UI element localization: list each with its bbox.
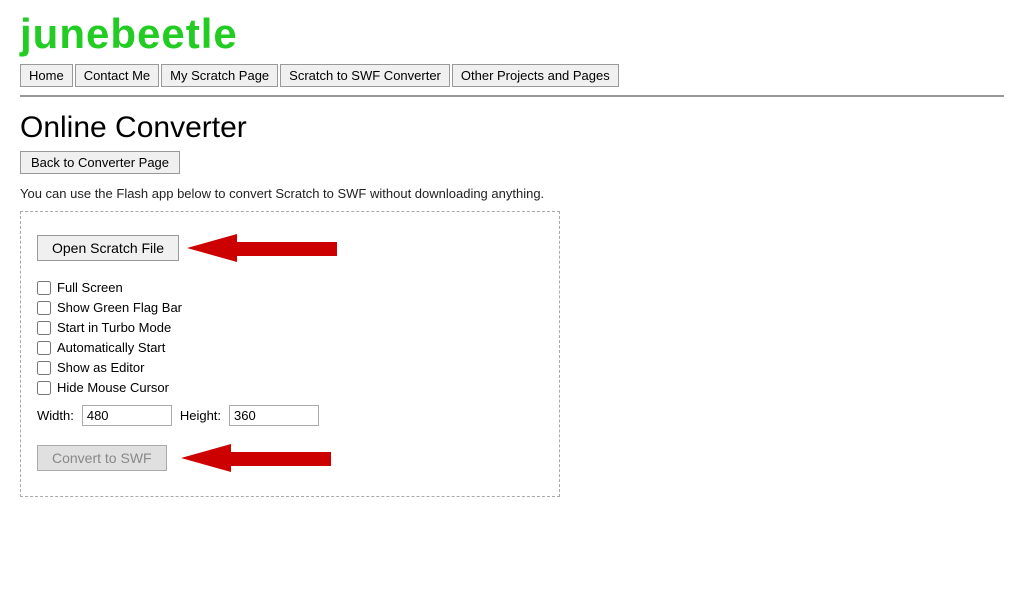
checkbox-fullscreen-label: Full Screen [57,280,123,295]
convert-to-swf-button[interactable]: Convert to SWF [37,445,167,471]
checkbox-turbomode-row: Start in Turbo Mode [37,320,543,335]
open-scratch-file-button[interactable]: Open Scratch File [37,235,179,261]
checkbox-autostart-label: Automatically Start [57,340,165,355]
dimensions-row: Width: Height: [37,405,543,426]
checkbox-hidemouse-label: Hide Mouse Cursor [57,380,169,395]
width-input[interactable] [82,405,172,426]
checkbox-fullscreen[interactable] [37,281,51,295]
back-to-converter-button[interactable]: Back to Converter Page [20,151,180,174]
checkbox-autostart[interactable] [37,341,51,355]
nav-home[interactable]: Home [20,64,73,87]
site-logo: junebeetle [20,10,1004,58]
checkbox-fullscreen-row: Full Screen [37,280,543,295]
page-title: Online Converter [20,111,1004,145]
checkboxes-container: Full Screen Show Green Flag Bar Start in… [37,280,543,395]
nav-my-scratch-page[interactable]: My Scratch Page [161,64,278,87]
nav-contact-me[interactable]: Contact Me [75,64,159,87]
checkbox-turbomode[interactable] [37,321,51,335]
nav-other-projects[interactable]: Other Projects and Pages [452,64,619,87]
checkbox-editor[interactable] [37,361,51,375]
height-input[interactable] [229,405,319,426]
nav-bar: Home Contact Me My Scratch Page Scratch … [20,64,1004,97]
open-scratch-row: Open Scratch File [37,226,543,270]
checkbox-greenflagbar-row: Show Green Flag Bar [37,300,543,315]
checkbox-editor-label: Show as Editor [57,360,144,375]
checkbox-greenflagbar-label: Show Green Flag Bar [57,300,182,315]
checkbox-hidemouse-row: Hide Mouse Cursor [37,380,543,395]
checkbox-turbomode-label: Start in Turbo Mode [57,320,171,335]
converter-area: Open Scratch File Full Screen Show Green… [20,211,560,497]
convert-row: Convert to SWF [37,436,543,480]
checkbox-autostart-row: Automatically Start [37,340,543,355]
nav-scratch-to-swf[interactable]: Scratch to SWF Converter [280,64,450,87]
checkbox-editor-row: Show as Editor [37,360,543,375]
arrow-convert-icon [181,436,341,480]
checkbox-hidemouse[interactable] [37,381,51,395]
arrow-open-scratch-icon [187,226,347,270]
checkbox-greenflagbar[interactable] [37,301,51,315]
width-label: Width: [37,408,74,423]
height-label: Height: [180,408,221,423]
page-description: You can use the Flash app below to conve… [20,186,1004,201]
